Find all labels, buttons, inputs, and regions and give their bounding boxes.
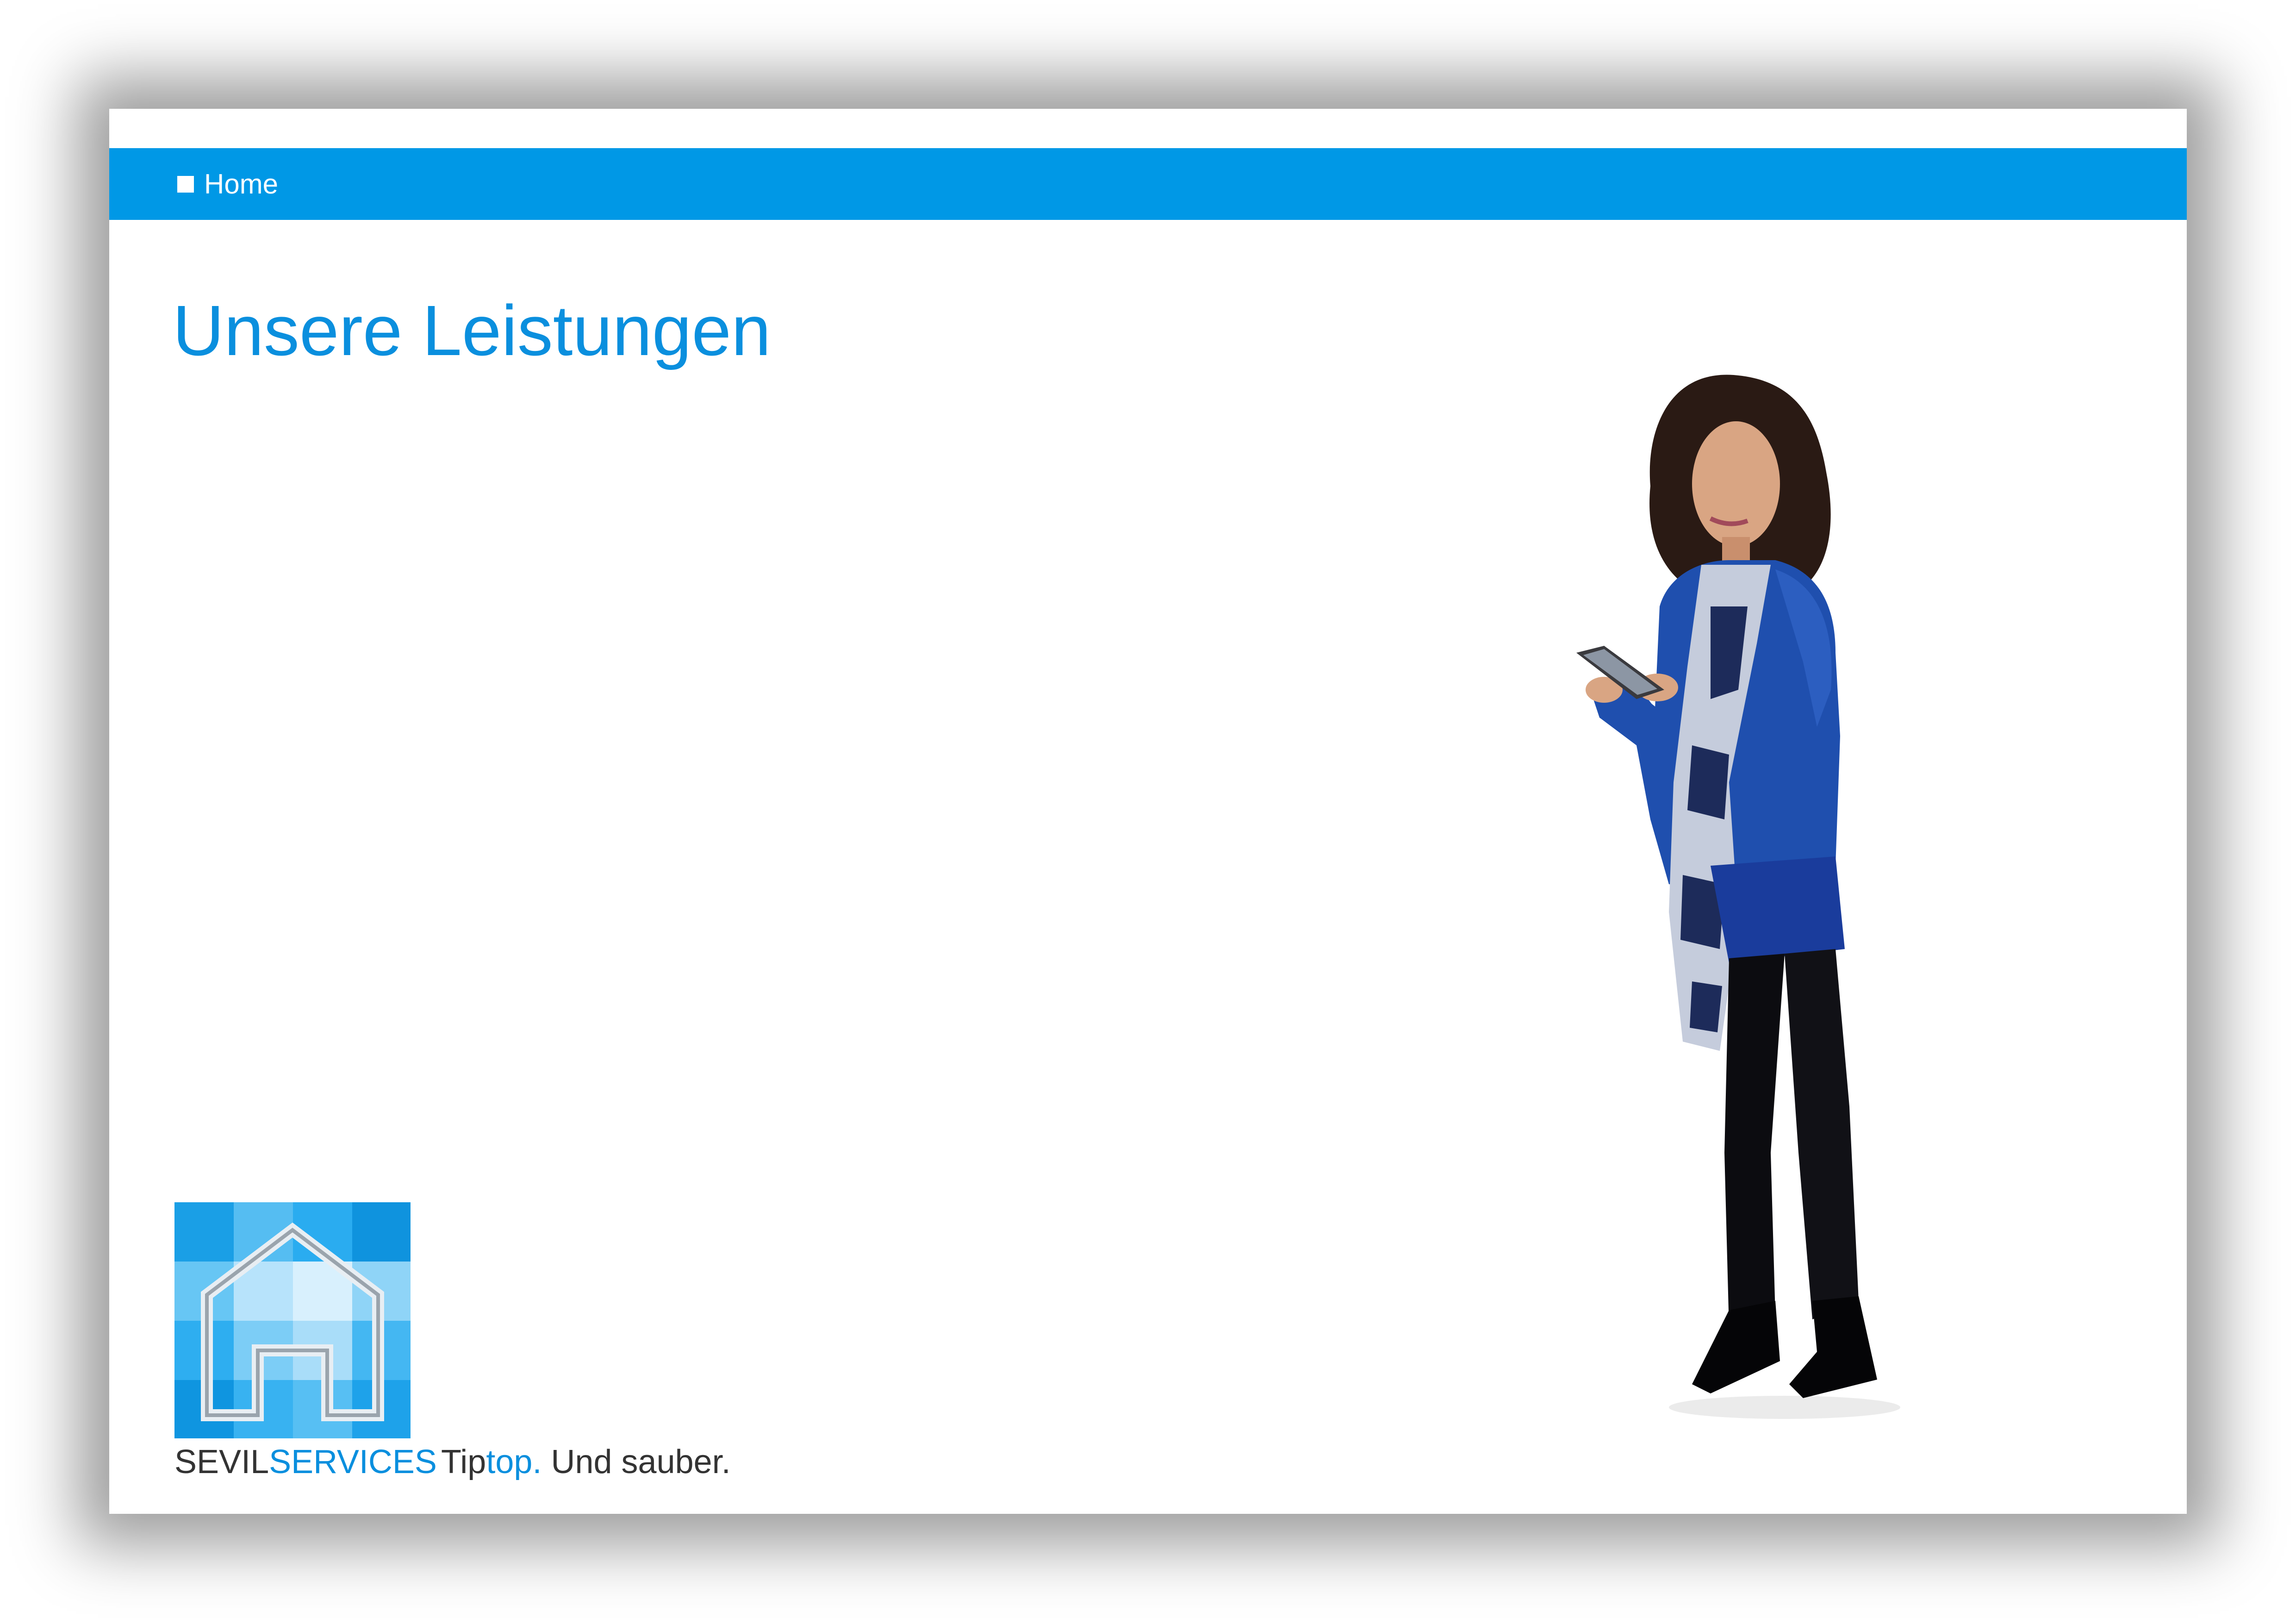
square-bullet-icon <box>177 175 194 193</box>
brand-name: SEVILSERVICES <box>174 1442 437 1482</box>
tagline-part-2: top. <box>486 1443 542 1480</box>
nav-item-home[interactable]: Home <box>177 148 278 220</box>
person-photo <box>1576 375 1900 1419</box>
tagline-part-3: Und sauber. <box>541 1443 731 1480</box>
nav-item-label: Home <box>204 168 279 200</box>
brand-name-part-2: SERVICES <box>269 1443 437 1480</box>
top-navigation-bar: Home <box>109 148 2187 220</box>
house-logo-icon <box>174 1202 411 1438</box>
page-title: Unsere Leistungen <box>173 291 771 370</box>
tagline-part-1: Tip <box>441 1443 486 1480</box>
page-canvas: Home Unsere Leistungen SEVILSERVICES Tip… <box>109 109 2187 1514</box>
brand-name-part-1: SEVIL <box>174 1443 269 1480</box>
brand-tagline: Tiptop. Und sauber. <box>441 1442 731 1482</box>
